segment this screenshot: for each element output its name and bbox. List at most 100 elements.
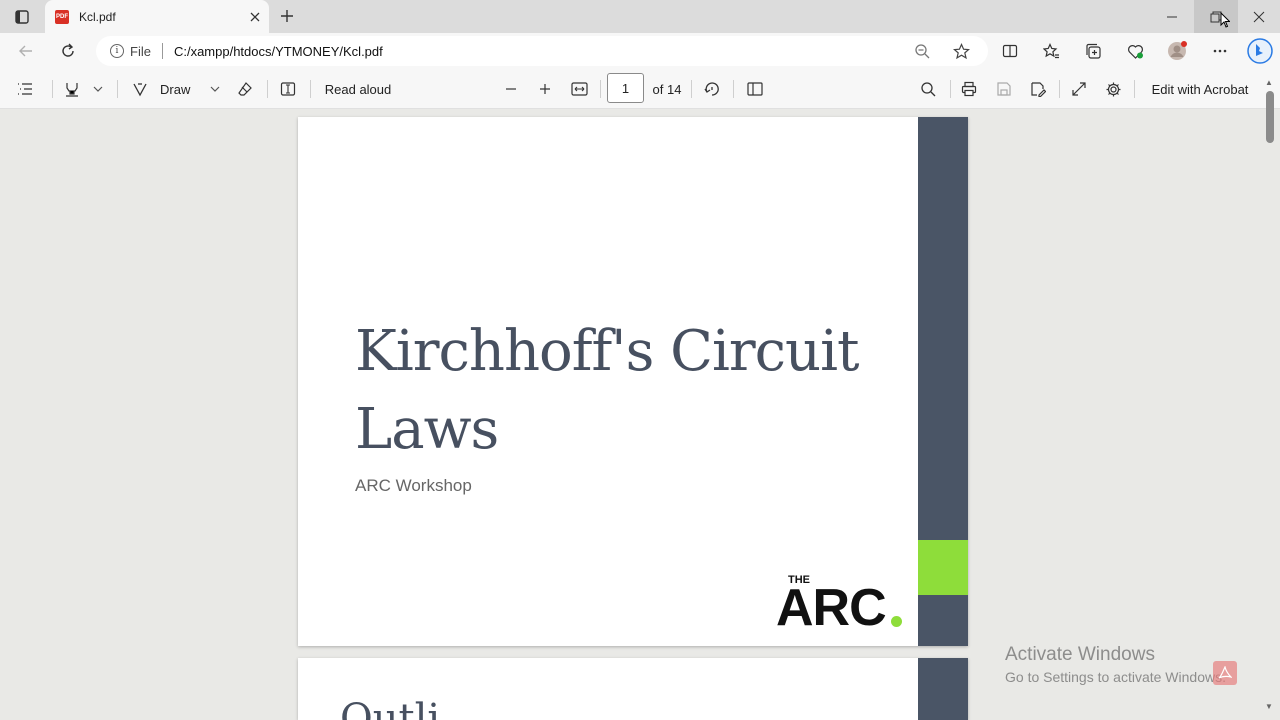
fit-page-button[interactable] — [567, 77, 591, 101]
search-icon — [921, 82, 936, 97]
pdf-page-1: Kirchhoff's Circuit Laws ARC Workshop TH… — [298, 117, 968, 646]
pdf-settings-button[interactable] — [1101, 77, 1125, 101]
tab-strip: PDF Kcl.pdf — [0, 0, 1280, 33]
watermark-line-1: Activate Windows — [1005, 644, 1155, 665]
page-title: Kirchhoff's Circuit Laws — [355, 319, 859, 462]
favorite-star-button[interactable] — [949, 40, 973, 62]
plus-icon — [540, 84, 550, 94]
edit-with-acrobat-label: Edit with Acrobat — [1151, 81, 1249, 97]
minimize-button[interactable] — [1150, 0, 1194, 33]
close-window-button[interactable] — [1237, 0, 1280, 33]
gear-icon — [1106, 82, 1120, 96]
toolbar-divider — [1134, 80, 1135, 98]
plus-icon — [281, 10, 293, 22]
profile-button[interactable] — [1163, 38, 1191, 64]
edit-with-acrobat-button[interactable]: Edit with Acrobat — [1144, 77, 1256, 101]
text-box-icon — [280, 82, 296, 96]
close-window-icon — [1253, 11, 1265, 22]
split-screen-icon — [1002, 44, 1018, 58]
page-view-button[interactable] — [743, 77, 767, 101]
info-icon[interactable]: i — [110, 44, 124, 58]
refresh-button[interactable] — [54, 38, 82, 64]
collections-button[interactable] — [1079, 38, 1107, 64]
avatar-icon — [1168, 41, 1187, 60]
the-arc-logo: THE ARC — [776, 572, 906, 637]
scrollbar-thumb[interactable] — [1266, 91, 1274, 143]
eraser-icon — [238, 82, 252, 96]
close-tab-button[interactable] — [244, 6, 266, 28]
new-tab-button[interactable] — [276, 5, 298, 27]
zoom-in-button[interactable] — [533, 77, 557, 101]
bing-icon — [1247, 38, 1273, 64]
save-as-pen-icon — [1031, 82, 1046, 97]
fit-width-icon — [570, 82, 588, 96]
collections-icon — [1085, 43, 1101, 59]
fullscreen-button[interactable] — [1067, 77, 1091, 101]
page-number-input[interactable]: 1 — [607, 73, 644, 103]
rotate-icon — [704, 82, 719, 96]
rotate-button[interactable] — [700, 77, 724, 101]
read-aloud-button[interactable]: Read aloud — [318, 77, 398, 101]
settings-more-button[interactable] — [1206, 38, 1234, 64]
back-arrow-icon — [19, 45, 32, 57]
highlight-dropdown[interactable] — [90, 77, 106, 101]
favorites-star-list-icon — [1042, 42, 1059, 58]
save-as-button[interactable] — [1026, 77, 1050, 101]
accent-band-green — [918, 540, 968, 595]
add-text-button[interactable] — [276, 77, 300, 101]
address-bar[interactable]: i File C:/xampp/htdocs/YTMONEY/Kcl.pdf — [96, 36, 988, 66]
restore-button[interactable] — [1194, 0, 1238, 33]
logo-arc-text: ARC — [776, 579, 887, 637]
split-screen-button[interactable] — [996, 38, 1024, 64]
zoom-out-magnifier-icon — [915, 44, 930, 59]
toolbar-divider — [267, 80, 268, 98]
pdf-page-2: Outli — [298, 658, 968, 720]
url-scheme: File — [130, 43, 151, 59]
browser-tab[interactable]: PDF Kcl.pdf — [45, 0, 269, 33]
scroll-down-arrow-icon[interactable]: ▼ — [1264, 701, 1274, 711]
expand-icon — [1072, 82, 1086, 96]
watermark-line-2: Go to Settings to activate Windows. — [1005, 669, 1226, 685]
pdf-file-icon: PDF — [55, 9, 69, 24]
logo-dot — [891, 616, 902, 627]
chevron-down-icon — [93, 86, 103, 92]
draw-button[interactable]: Draw — [132, 77, 200, 101]
acrobat-logo-icon — [1218, 666, 1232, 679]
favorites-button[interactable] — [1037, 38, 1065, 64]
pdf-toolbar: Draw Read aloud 1 of 14 Edit with Acroba… — [0, 69, 1280, 109]
draw-dropdown[interactable] — [207, 77, 223, 101]
more-dots-icon — [1213, 49, 1227, 53]
table-of-contents-icon — [18, 83, 32, 95]
highlight-button[interactable] — [60, 77, 84, 101]
printer-icon — [961, 81, 977, 97]
vertical-scrollbar[interactable]: ▲ ▼ — [1262, 75, 1276, 715]
acrobat-icon[interactable] — [1213, 661, 1237, 685]
find-button[interactable] — [916, 77, 940, 101]
bing-copilot-button[interactable] — [1244, 38, 1276, 64]
scroll-up-arrow-icon[interactable]: ▲ — [1264, 77, 1274, 87]
url-text[interactable]: C:/xampp/htdocs/YTMONEY/Kcl.pdf — [174, 44, 383, 59]
browser-essentials-button[interactable] — [1121, 38, 1149, 64]
save-disk-icon — [997, 82, 1011, 96]
zoom-out-button[interactable] — [499, 77, 523, 101]
url-divider — [161, 43, 163, 59]
save-button[interactable] — [992, 77, 1016, 101]
tab-title: Kcl.pdf — [79, 9, 116, 24]
chevron-down-icon — [210, 86, 220, 92]
draw-label: Draw — [160, 81, 191, 97]
tab-actions-button[interactable] — [10, 6, 34, 28]
toolbar-divider — [1059, 80, 1060, 98]
minus-icon — [506, 88, 516, 90]
back-button[interactable] — [12, 38, 40, 64]
heart-pulse-icon — [1127, 44, 1143, 59]
draw-pen-icon — [133, 83, 147, 97]
close-icon — [250, 12, 260, 21]
print-button[interactable] — [957, 77, 981, 101]
erase-button[interactable] — [233, 77, 257, 101]
refresh-icon — [62, 43, 74, 57]
toolbar-divider — [733, 80, 734, 98]
zoom-button[interactable] — [910, 40, 934, 62]
contents-button[interactable] — [12, 77, 38, 101]
toolbar-divider — [950, 80, 951, 98]
toolbar-divider — [310, 80, 311, 98]
